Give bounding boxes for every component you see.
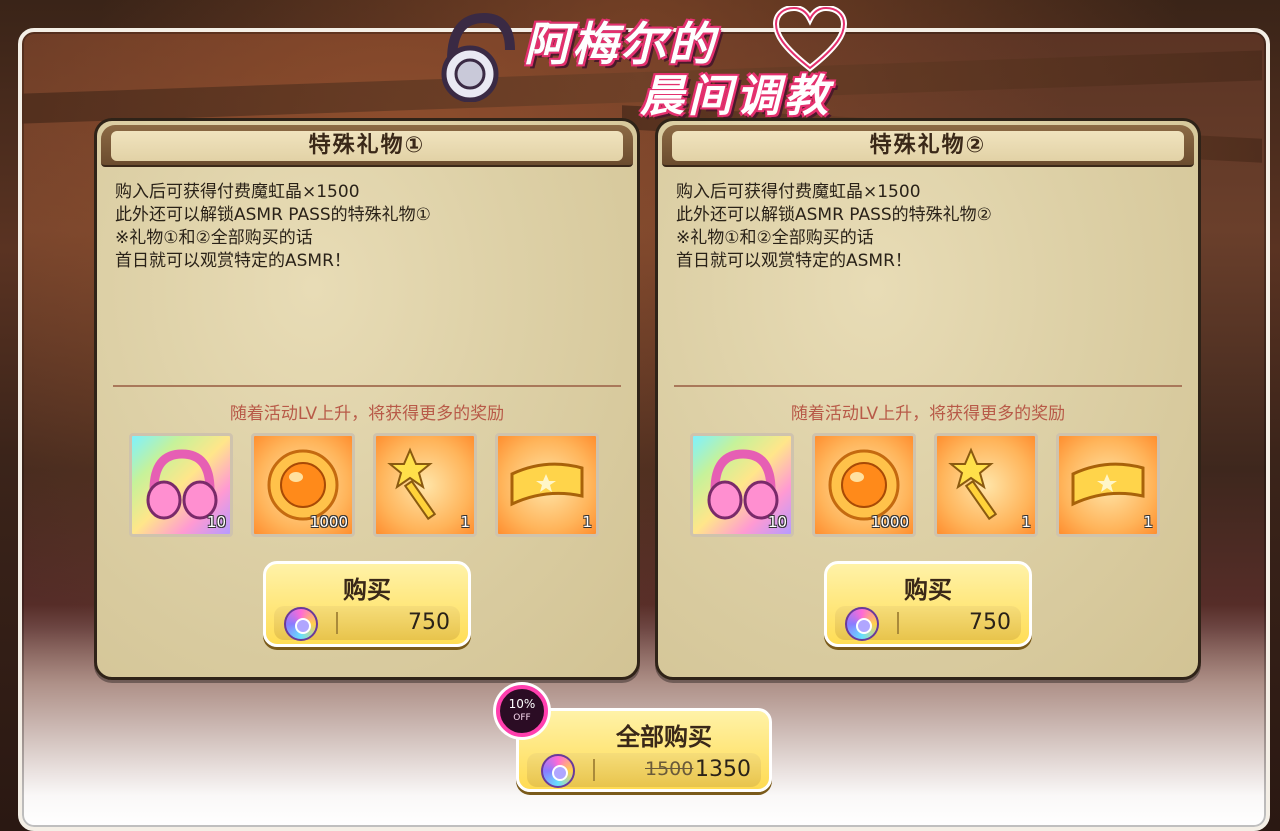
reward-item-headphones[interactable]: 10 [690, 433, 794, 537]
divider [674, 385, 1182, 387]
description-line: ※礼物①和②全部购买的话 [676, 228, 874, 248]
panel-title: 特殊礼物① [111, 131, 623, 161]
separator [897, 612, 899, 634]
rainbow-gem-icon [541, 754, 575, 788]
headphones-logo-icon [441, 12, 515, 102]
description-line: 购入后可获得付费魔虹晶×1500 [115, 182, 360, 202]
reward-item-key[interactable]: 1 [373, 433, 477, 537]
price-row: 750 [835, 606, 1021, 641]
reward-item-key[interactable]: 1 [934, 433, 1038, 537]
item-count: 1000 [870, 513, 909, 531]
description-line: ※礼物①和②全部购买的话 [115, 228, 313, 248]
item-count: 1 [1021, 513, 1031, 531]
reward-items: 10 1000 1 1 [690, 433, 1166, 543]
ticket-icon [510, 462, 584, 507]
divider [113, 385, 621, 387]
reward-note: 随着活动LV上升，将获得更多的奖励 [790, 404, 1066, 424]
panel-description: 购入后可获得付费魔虹晶×1500 此外还可以解锁ASMR PASS的特殊礼物① … [115, 181, 615, 273]
reward-note: 随着活动LV上升，将获得更多的奖励 [229, 404, 505, 424]
description-line: 购入后可获得付费魔虹晶×1500 [676, 182, 921, 202]
buy-label: 购买 [343, 576, 391, 604]
item-count: 1 [1143, 513, 1153, 531]
price-row: 1500 1350 [527, 753, 761, 788]
reward-items: 10 1000 1 1 [129, 433, 605, 543]
gift-panel-1: 特殊礼物① 购入后可获得付费魔虹晶×1500 此外还可以解锁ASMR PASS的… [94, 118, 640, 680]
item-count: 1 [582, 513, 592, 531]
reward-item-headphones[interactable]: 10 [129, 433, 233, 537]
reward-item-ticket[interactable]: 1 [1056, 433, 1160, 537]
description-line: 此外还可以解锁ASMR PASS的特殊礼物② [676, 205, 992, 225]
rainbow-gem-icon [284, 607, 318, 641]
discount-badge: 10% OFF [496, 685, 548, 737]
reward-item-ticket[interactable]: 1 [495, 433, 599, 537]
item-count: 1000 [309, 513, 348, 531]
item-count: 1 [460, 513, 470, 531]
separator [336, 612, 338, 634]
panel-title: 特殊礼物② [672, 131, 1184, 161]
price-row: 750 [274, 606, 460, 641]
buy-all-label: 全部购买 [616, 723, 712, 751]
price: 750 [969, 610, 1011, 635]
buy-all-button[interactable]: 全部购买 1500 1350 [516, 708, 772, 792]
buy-label: 购买 [904, 576, 952, 604]
discount-off-label: OFF [513, 713, 531, 723]
panel-header: 特殊礼物② [662, 125, 1194, 167]
original-price: 1500 [645, 758, 694, 780]
star-key-icon [387, 447, 437, 521]
buy-button-1[interactable]: 购买 750 [263, 561, 471, 647]
description-line: 此外还可以解锁ASMR PASS的特殊礼物① [115, 205, 431, 225]
discounted-price: 1350 [695, 757, 751, 782]
reward-item-orb[interactable]: 1000 [251, 433, 355, 537]
event-logo: 阿梅尔的 晨间调教 [432, 0, 862, 122]
separator [593, 759, 595, 781]
description-line: 首日就可以观赏特定的ASMR！ [676, 251, 912, 271]
heart-icon [772, 6, 848, 72]
description-line: 首日就可以观赏特定的ASMR！ [115, 251, 351, 271]
price: 750 [408, 610, 450, 635]
item-count: 10 [206, 513, 226, 531]
item-count: 10 [767, 513, 787, 531]
ticket-icon [1071, 462, 1145, 507]
gift-panel-2: 特殊礼物② 购入后可获得付费魔虹晶×1500 此外还可以解锁ASMR PASS的… [655, 118, 1201, 680]
star-key-icon [948, 447, 998, 521]
panel-header: 特殊礼物① [101, 125, 633, 167]
panel-description: 购入后可获得付费魔虹晶×1500 此外还可以解锁ASMR PASS的特殊礼物② … [676, 181, 1176, 273]
reward-item-orb[interactable]: 1000 [812, 433, 916, 537]
buy-button-2[interactable]: 购买 750 [824, 561, 1032, 647]
discount-percent: 10% [508, 697, 536, 711]
rainbow-gem-icon [845, 607, 879, 641]
